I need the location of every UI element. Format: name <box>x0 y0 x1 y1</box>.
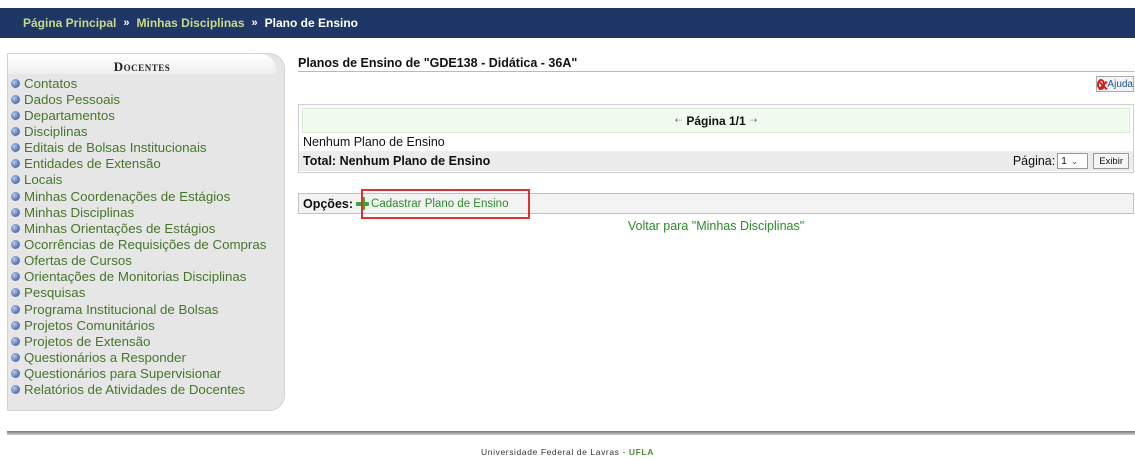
sidebar-item-label: Ofertas de Cursos <box>24 253 132 269</box>
bullet-icon <box>11 191 20 201</box>
sidebar-item-label: Projetos de Extensão <box>24 333 151 349</box>
sidebar-item-label: Minhas Coordenações de Estágios <box>24 188 231 204</box>
sidebar-item-ocorrencias-compras[interactable]: Ocorrências de Requisições de Compras <box>11 236 284 252</box>
pager-label: Página 1/1 <box>686 113 746 128</box>
breadcrumb: Página Principal » Minhas Disciplinas » … <box>0 8 1135 38</box>
sidebar-item-dados-pessoais[interactable]: Dados Pessoais <box>11 91 284 107</box>
bullet-icon <box>11 272 20 282</box>
sidebar-item-label: Disciplinas <box>24 123 88 139</box>
bullet-icon <box>11 320 20 330</box>
sidebar-item-orientacoes-monitorias[interactable]: Orientações de Monitorias Disciplinas <box>11 269 284 285</box>
page-select-value: 1 <box>1061 155 1067 167</box>
plus-icon <box>356 197 370 210</box>
total-row: Total: Nenhum Plano de Ensino Página: 1 … <box>299 151 1133 171</box>
sidebar: Docentes Contatos Dados Pessoais Departa… <box>7 53 285 411</box>
bullet-icon <box>11 336 20 346</box>
sidebar-menu: Contatos Dados Pessoais Departamentos Di… <box>8 75 284 398</box>
bullet-icon <box>11 239 20 249</box>
lifebuoy-icon <box>1097 78 1106 90</box>
sidebar-item-label: Contatos <box>24 75 78 91</box>
sidebar-item-label: Orientações de Monitorias Disciplinas <box>24 269 247 285</box>
sidebar-item-programa-bolsas[interactable]: Programa Institucional de Bolsas <box>11 301 284 317</box>
bullet-icon <box>11 288 20 298</box>
add-plan-link[interactable]: Cadastrar Plano de Ensino <box>356 197 508 210</box>
sidebar-item-label: Questionários a Responder <box>24 349 186 365</box>
options-label: Opções: <box>303 196 354 211</box>
bullet-icon <box>11 110 20 120</box>
breadcrumb-current: Plano de Ensino <box>264 16 359 30</box>
bullet-icon <box>11 94 20 104</box>
sidebar-item-label: Editais de Bolsas Institucionais <box>24 140 207 156</box>
sidebar-item-label: Questionários para Supervisionar <box>24 366 222 382</box>
sidebar-item-entidades-extensao[interactable]: Entidades de Extensão <box>11 156 284 172</box>
chevron-down-icon: ⌄ <box>1070 155 1079 166</box>
sidebar-item-contatos[interactable]: Contatos <box>11 75 284 91</box>
total-label: Total: Nenhum Plano de Ensino <box>303 154 491 168</box>
sidebar-item-ofertas-cursos[interactable]: Ofertas de Cursos <box>11 253 284 269</box>
bullet-icon <box>11 256 20 266</box>
sidebar-item-label: Locais <box>24 172 63 188</box>
footer-text: Universidade Federal de Lavras - <box>481 447 629 457</box>
sidebar-item-locais[interactable]: Locais <box>11 172 284 188</box>
page-select-label: Página: <box>1012 154 1056 168</box>
sidebar-item-departamentos[interactable]: Departamentos <box>11 107 284 123</box>
add-plan-label: Cadastrar Plano de Ensino <box>371 197 509 210</box>
breadcrumb-separator: » <box>123 17 130 29</box>
next-page-arrow-icon[interactable]: ⇢ <box>750 115 758 126</box>
bullet-icon <box>11 207 20 217</box>
sidebar-item-projetos-comunitarios[interactable]: Projetos Comunitários <box>11 317 284 333</box>
bullet-icon <box>11 385 20 395</box>
sidebar-item-minhas-disciplinas[interactable]: Minhas Disciplinas <box>11 204 284 220</box>
sidebar-item-label: Programa Institucional de Bolsas <box>24 301 219 317</box>
sidebar-item-editais[interactable]: Editais de Bolsas Institucionais <box>11 140 284 156</box>
empty-message: Nenhum Plano de Ensino <box>303 135 445 149</box>
help-button[interactable]: Ajuda <box>1096 76 1134 92</box>
footer-ufla-link[interactable]: UFLA <box>629 447 654 457</box>
footer: Universidade Federal de Lavras - UFLA <box>0 447 1135 457</box>
bullet-icon <box>11 304 20 314</box>
sidebar-title: Docentes <box>8 54 276 74</box>
prev-page-arrow-icon[interactable]: ⇠ <box>675 115 683 126</box>
page-select[interactable]: 1 ⌄ <box>1057 153 1089 169</box>
sidebar-item-coordenacoes-estagios[interactable]: Minhas Coordenações de Estágios <box>11 188 284 204</box>
sidebar-item-label: Departamentos <box>24 107 115 123</box>
sidebar-item-label: Dados Pessoais <box>24 91 121 107</box>
bullet-icon <box>11 78 20 88</box>
bullet-icon <box>11 369 20 379</box>
sidebar-item-questionarios-supervisionar[interactable]: Questionários para Supervisionar <box>11 366 284 382</box>
help-label: Ajuda <box>1107 78 1133 90</box>
sidebar-item-pesquisas[interactable]: Pesquisas <box>11 285 284 301</box>
sidebar-title-text: Docentes <box>113 59 171 74</box>
breadcrumb-separator: » <box>251 17 258 29</box>
sidebar-item-label: Relatórios de Atividades de Docentes <box>24 382 246 398</box>
sidebar-item-label: Minhas Orientações de Estágios <box>24 220 216 236</box>
bullet-icon <box>11 223 20 233</box>
sidebar-item-questionarios-responder[interactable]: Questionários a Responder <box>11 349 284 365</box>
sidebar-item-disciplinas[interactable]: Disciplinas <box>11 123 284 139</box>
sidebar-item-label: Pesquisas <box>24 285 86 301</box>
breadcrumb-subjects-link[interactable]: Minhas Disciplinas <box>137 16 245 30</box>
back-to-subjects-link[interactable]: Voltar para "Minhas Disciplinas" <box>298 219 1134 233</box>
sidebar-item-label: Minhas Disciplinas <box>24 204 135 220</box>
sidebar-item-label: Projetos Comunitários <box>24 317 155 333</box>
show-button[interactable]: Exibir <box>1093 153 1129 169</box>
breadcrumb-home-link[interactable]: Página Principal <box>23 16 116 30</box>
footer-divider <box>7 431 1135 435</box>
bullet-icon <box>11 126 20 136</box>
bullet-icon <box>11 159 20 169</box>
pager: ⇠ Página 1/1 ⇢ <box>302 108 1130 133</box>
sidebar-item-label: Entidades de Extensão <box>24 156 161 172</box>
bullet-icon <box>11 352 20 362</box>
plans-table: ⇠ Página 1/1 ⇢ Nenhum Plano de Ensino To… <box>298 104 1134 173</box>
bullet-icon <box>11 175 20 185</box>
sidebar-item-projetos-extensao[interactable]: Projetos de Extensão <box>11 333 284 349</box>
bullet-icon <box>11 143 20 153</box>
sidebar-item-orientacoes-estagios[interactable]: Minhas Orientações de Estágios <box>11 220 284 236</box>
page-title: Planos de Ensino de "GDE138 - Didática -… <box>298 56 1134 72</box>
options-bar: Opções: Cadastrar Plano de Ensino <box>298 193 1134 214</box>
sidebar-item-relatorios-atividades[interactable]: Relatórios de Atividades de Docentes <box>11 382 284 398</box>
sidebar-item-label: Ocorrências de Requisições de Compras <box>24 236 267 252</box>
page-selector: Página: 1 ⌄ Exibir <box>1013 153 1129 169</box>
